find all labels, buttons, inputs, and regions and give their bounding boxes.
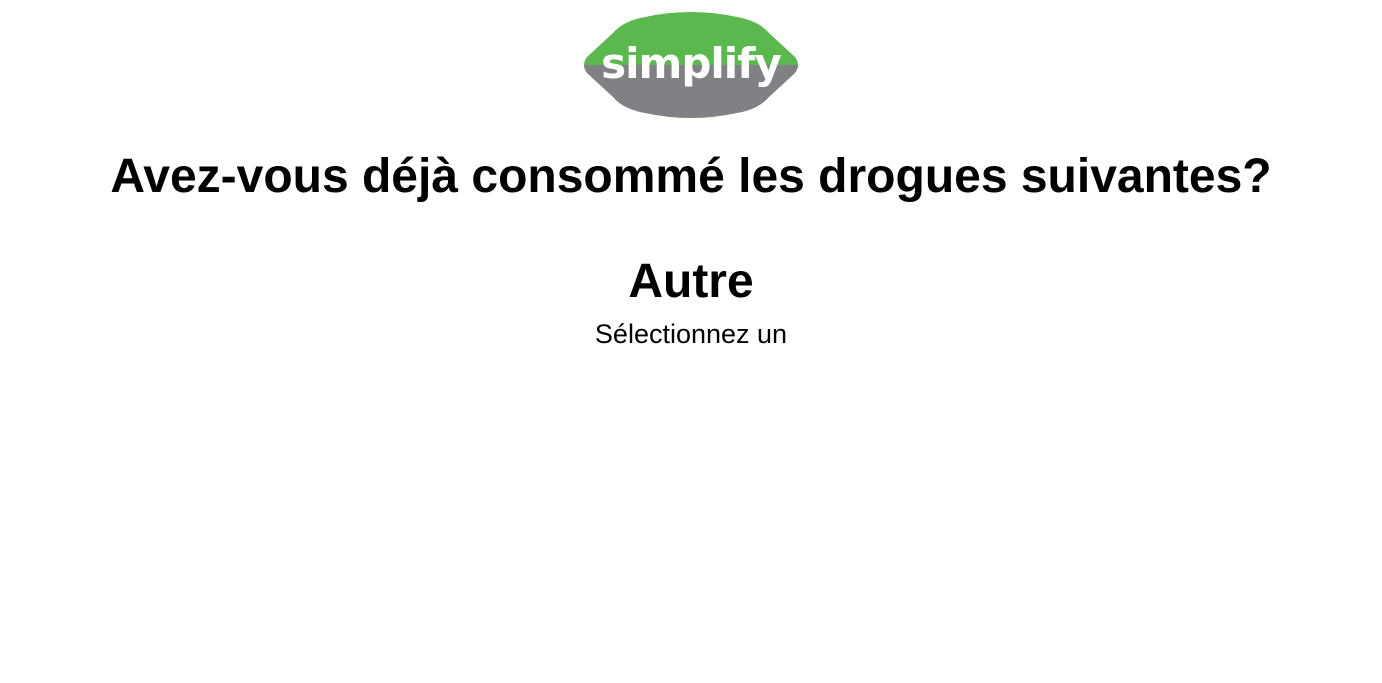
page-title: Avez-vous déjà consommé les drogues suiv… bbox=[110, 150, 1272, 203]
item-name: Autre bbox=[628, 255, 754, 308]
select-prompt: Sélectionnez un bbox=[594, 319, 788, 349]
logo-badge-icon: simplify bbox=[584, 12, 798, 118]
simplify-logo: simplify bbox=[583, 11, 799, 119]
logo-text: simplify bbox=[601, 39, 781, 88]
